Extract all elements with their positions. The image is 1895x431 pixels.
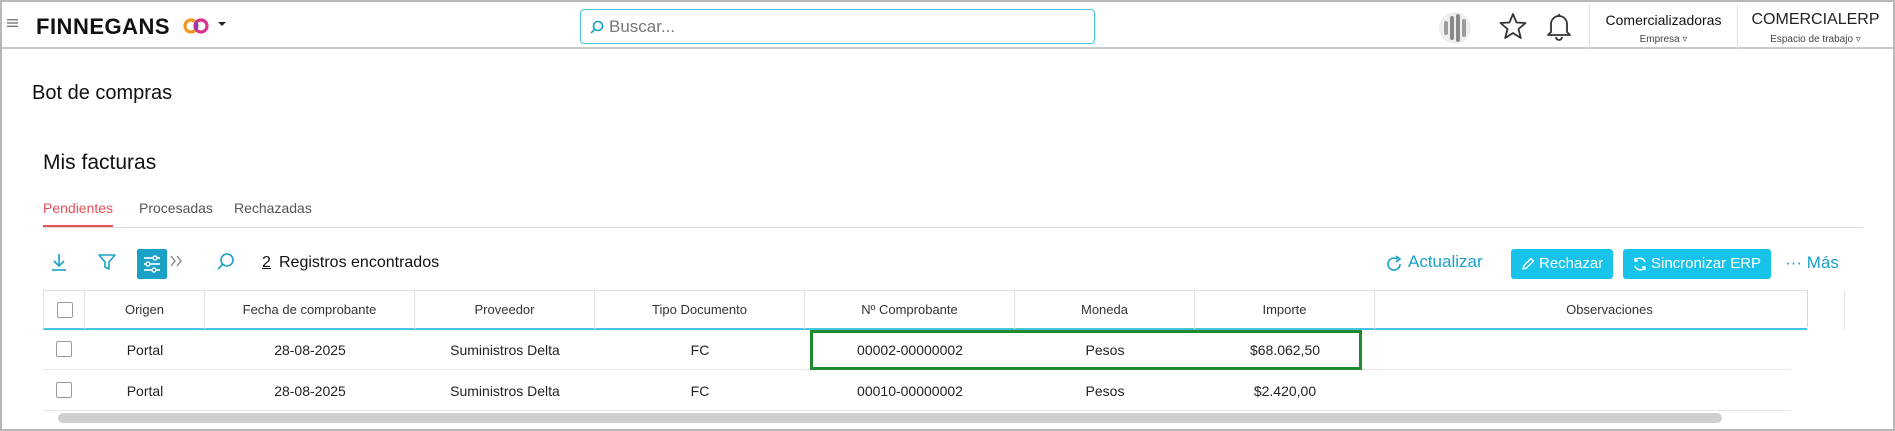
row-checkbox[interactable] [56, 341, 72, 357]
workspace-selector[interactable]: COMERCIALERP Espacio de trabajo ▿ [1737, 4, 1893, 49]
select-all-checkbox[interactable] [57, 302, 73, 318]
cell-proveedor: Suministros Delta [450, 383, 560, 399]
pencil-icon [1522, 257, 1535, 270]
refresh-icon [1387, 255, 1402, 271]
search-icon [589, 19, 605, 35]
top-bar: FINNEGANS Comercializadoras Empresa ▿ [2, 2, 1893, 49]
brand-logo-icon[interactable] [182, 16, 210, 36]
voice-assistant-icon[interactable] [1435, 10, 1475, 46]
cell-fecha: 28-08-2025 [274, 383, 346, 399]
more-button[interactable]: ··· Más [1785, 253, 1839, 273]
column-header[interactable]: Observaciones [1375, 291, 1845, 329]
cell-tipo: FC [690, 342, 710, 358]
cell-tipo: FC [690, 383, 710, 399]
cell-origen: Portal [126, 342, 164, 358]
cell-observaciones [1375, 371, 1845, 411]
caret-down-icon: ▿ [1682, 34, 1688, 45]
column-header[interactable]: Tipo Documento [595, 291, 805, 329]
company-label: Empresa [1639, 34, 1680, 45]
brand-name[interactable]: FINNEGANS [36, 14, 170, 40]
menu-icon[interactable] [6, 16, 20, 30]
cell-moneda: Pesos [1085, 383, 1125, 399]
column-divider [1807, 290, 1808, 327]
column-header[interactable]: Proveedor [415, 291, 595, 329]
cell-origen: Portal [126, 383, 164, 399]
horizontal-scrollbar[interactable] [58, 413, 1722, 423]
caret-down-icon: ▿ [1855, 34, 1861, 45]
column-header[interactable]: Importe [1195, 291, 1375, 329]
workspace-label: Espacio de trabajo [1770, 34, 1854, 45]
workspace-name: COMERCIALERP [1751, 11, 1880, 28]
table-row[interactable]: Portal 28-08-2025 Suministros Delta FC 0… [43, 371, 1791, 411]
records-count: 2 [262, 254, 271, 271]
filter-icon[interactable] [96, 251, 118, 273]
table-search-icon[interactable] [215, 251, 237, 273]
refresh-button[interactable]: Actualizar [1384, 252, 1483, 272]
tab-procesadas[interactable]: Procesadas [139, 200, 213, 227]
columns-settings-icon[interactable] [137, 249, 167, 279]
cell-proveedor: Suministros Delta [450, 342, 560, 358]
double-chevron-right-icon[interactable] [168, 253, 184, 269]
cell-numero: 00002-00000002 [857, 342, 963, 358]
table-header: Origen Fecha de comprobante Proveedor Ti… [43, 290, 1845, 330]
table-row[interactable]: Portal 28-08-2025 Suministros Delta FC 0… [43, 330, 1791, 370]
chevron-down-icon[interactable] [216, 18, 228, 33]
column-header[interactable]: Nº Comprobante [805, 291, 1015, 329]
cell-moneda: Pesos [1085, 342, 1125, 358]
sync-erp-button[interactable]: Sincronizar ERP [1623, 249, 1771, 279]
company-selector[interactable]: Comercializadoras Empresa ▿ [1589, 4, 1737, 49]
records-label: Registros encontrados [279, 254, 440, 271]
notifications-bell-icon[interactable] [1545, 11, 1573, 41]
cell-importe: $68.062,50 [1249, 342, 1321, 358]
cell-fecha: 28-08-2025 [274, 342, 346, 358]
tab-pendientes[interactable]: Pendientes [43, 200, 114, 227]
column-header[interactable]: Origen [85, 291, 205, 329]
search-box[interactable] [580, 9, 1095, 44]
search-input[interactable] [609, 15, 1079, 39]
download-icon[interactable] [48, 251, 70, 273]
reject-button[interactable]: Rechazar [1511, 249, 1613, 279]
page-title: Bot de compras [32, 82, 173, 104]
refresh-label: Actualizar [1408, 252, 1483, 271]
cell-observaciones [1375, 330, 1845, 370]
cell-numero: 00010-00000002 [857, 383, 963, 399]
favorites-star-icon[interactable] [1498, 11, 1528, 41]
reject-label: Rechazar [1539, 255, 1604, 272]
row-checkbox[interactable] [56, 382, 72, 398]
sync-label: Sincronizar ERP [1651, 255, 1762, 272]
tab-rechazadas[interactable]: Rechazadas [234, 200, 312, 227]
tab-bar: Pendientes Procesadas Rechazadas [43, 200, 1863, 228]
sync-icon [1634, 257, 1646, 271]
company-name: Comercializadoras [1605, 12, 1722, 28]
cell-importe: $2.420,00 [1253, 383, 1317, 399]
header-select-cell [43, 291, 85, 329]
section-title: Mis facturas [43, 151, 157, 174]
column-header[interactable]: Moneda [1015, 291, 1195, 329]
column-header[interactable]: Fecha de comprobante [205, 291, 415, 329]
